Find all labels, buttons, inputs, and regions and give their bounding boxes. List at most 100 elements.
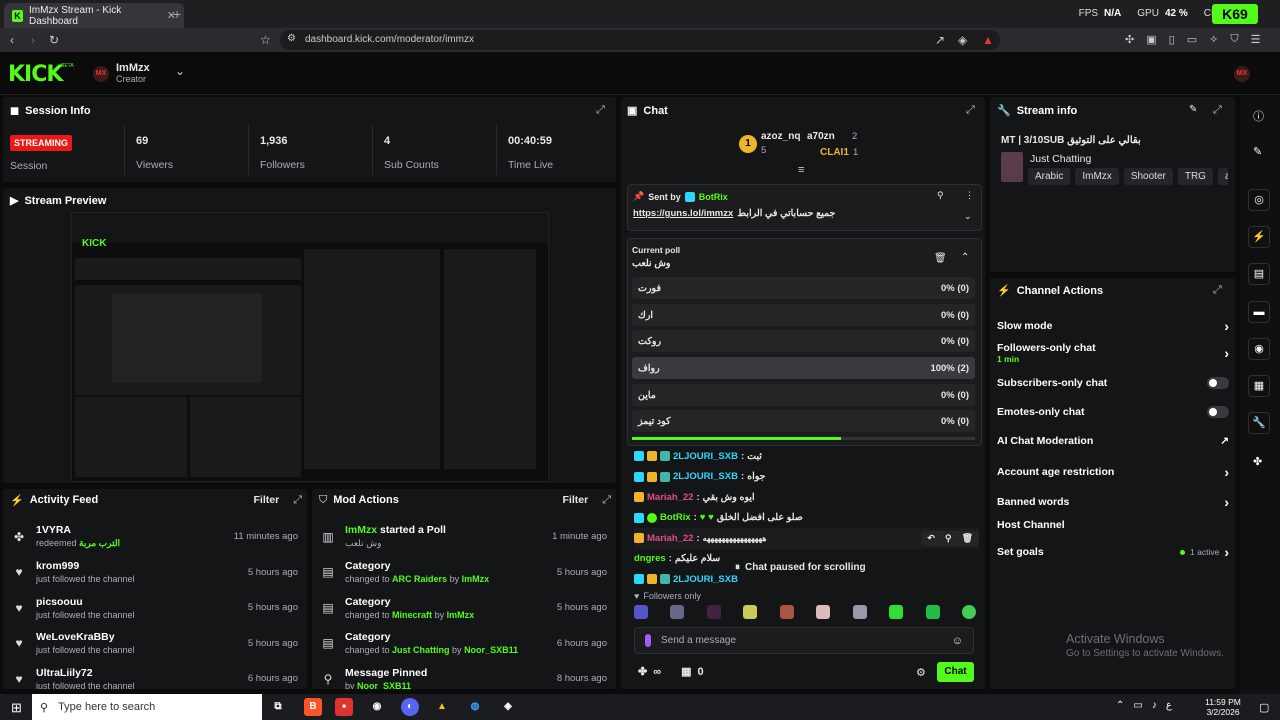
emotes-only-toggle[interactable] xyxy=(1207,406,1229,418)
chat-input[interactable]: Send a message ☺ xyxy=(634,627,974,654)
sidebar-toggle-icon[interactable]: ▯ xyxy=(1169,33,1175,46)
emote-icon[interactable] xyxy=(889,605,904,619)
category-name[interactable]: ARC Raiders xyxy=(392,574,447,584)
action-slow-mode[interactable]: Slow mode › xyxy=(997,318,1229,334)
menu-icon[interactable]: ☰ xyxy=(1251,33,1261,46)
app-taskbar-icon[interactable]: ◈ xyxy=(499,698,517,716)
tag[interactable]: TRG xyxy=(1177,168,1213,185)
emote-icon[interactable] xyxy=(670,605,685,619)
app-taskbar-icon[interactable]: ▲ xyxy=(433,698,451,716)
unpin-icon[interactable]: ⚲ xyxy=(937,190,944,201)
stream-preview-video[interactable]: KICK xyxy=(71,212,549,482)
tag[interactable]: Shooter xyxy=(1123,168,1173,185)
wallet-icon[interactable]: ▭ xyxy=(1187,33,1197,46)
chat-username[interactable]: Mariah_22 xyxy=(647,533,693,544)
leader-user[interactable]: CLAI1 xyxy=(820,147,849,158)
emote-icon[interactable] xyxy=(816,605,831,619)
activity-user[interactable]: UltraLiily72 xyxy=(36,667,135,679)
emote-icon[interactable] xyxy=(634,605,648,619)
action-set-goals[interactable]: Set goals 1 active › xyxy=(997,544,1229,560)
kick-logo[interactable]: KICK xyxy=(8,62,63,87)
discord-taskbar-icon[interactable]: ◐ xyxy=(401,698,419,716)
channel-switcher[interactable]: ImMzx Creator xyxy=(116,62,150,84)
action-followers-only[interactable]: Followers-only chat 1 min › xyxy=(997,342,1229,364)
action-subscribers-only[interactable]: Subscribers-only chat xyxy=(997,377,1229,389)
popout-icon[interactable]: ⤢ xyxy=(966,104,975,117)
brave-taskbar-icon[interactable]: B xyxy=(304,698,322,716)
chevron-up-icon[interactable]: ⌃ xyxy=(961,252,969,263)
edit-icon[interactable]: ✎ xyxy=(1189,104,1197,115)
forward-icon[interactable]: › xyxy=(31,33,35,47)
taskbar-clock[interactable]: 11:59 PM 3/2/2026 xyxy=(1200,697,1246,717)
action-ai-moderation[interactable]: AI Chat Moderation ↗ xyxy=(997,435,1229,447)
category-name[interactable]: Just Chatting xyxy=(1030,153,1091,165)
tray-chevron-icon[interactable]: ⌃ xyxy=(1116,700,1124,711)
app-taskbar-icon[interactable]: ■ xyxy=(335,698,353,716)
category-name[interactable]: Minecraft xyxy=(392,610,432,620)
more-icon[interactable]: ⋮ xyxy=(965,190,974,201)
chat-username[interactable]: Mariah_22 xyxy=(647,492,693,503)
wrench-widget-icon[interactable]: 🔧 xyxy=(1248,412,1270,434)
mod-filter-button[interactable]: Filter xyxy=(563,494,589,506)
chat-username[interactable]: BotRix xyxy=(660,512,691,523)
popout-icon[interactable]: ⤢ xyxy=(1213,104,1222,117)
extensions-icon[interactable]: ✣ xyxy=(1125,33,1134,46)
chevron-down-icon[interactable]: ⌄ xyxy=(175,64,185,78)
category-name[interactable]: Just Chatting xyxy=(392,645,450,655)
notifications-icon[interactable]: ▢ xyxy=(1259,701,1269,714)
activity-user[interactable]: WeLoveKraBBy xyxy=(36,631,135,643)
activity-user[interactable]: 1VYRA xyxy=(36,524,120,536)
action-banned-words[interactable]: Banned words › xyxy=(997,494,1229,510)
emoji-icon[interactable]: ☺ xyxy=(952,635,963,647)
emote-icon[interactable] xyxy=(706,605,721,619)
network-icon[interactable]: ▭ xyxy=(1133,700,1142,711)
info-icon[interactable]: ⓘ xyxy=(1253,108,1264,124)
collapse-icon[interactable]: ≡ xyxy=(798,164,804,176)
emote-icon[interactable] xyxy=(779,605,794,619)
windows-start-icon[interactable]: ⊞ xyxy=(11,700,22,716)
pinned-link[interactable]: https://guns.lol/immzx xyxy=(633,208,733,219)
user-avatar[interactable]: MX xyxy=(1234,66,1250,82)
site-info-icon[interactable]: ⚙ xyxy=(287,33,296,44)
rewards-icon[interactable]: ▲ xyxy=(982,33,994,47)
tag[interactable]: ara xyxy=(1217,168,1228,185)
popout-icon[interactable]: ⤢ xyxy=(1213,284,1222,297)
document-widget-icon[interactable]: ▤ xyxy=(1248,263,1270,285)
leader-user[interactable]: a70zn xyxy=(807,131,835,142)
gift-icon[interactable]: ▦ xyxy=(681,665,691,678)
activity-user[interactable]: picsoouu xyxy=(36,596,135,608)
task-view-icon[interactable]: ⧉ xyxy=(269,698,287,716)
chat-username[interactable]: 2LJOURI_SXB xyxy=(673,574,738,585)
emote-icon[interactable] xyxy=(925,605,940,619)
trash-icon[interactable]: 🗑 xyxy=(934,253,947,264)
reply-icon[interactable]: ↶ xyxy=(927,533,935,544)
emote-icon[interactable] xyxy=(852,605,867,619)
delete-icon[interactable]: 🗑 xyxy=(962,533,973,544)
popout-icon[interactable]: ⤢ xyxy=(602,494,611,507)
popout-icon[interactable]: ⤢ xyxy=(596,104,605,117)
leader-user[interactable]: azoz_nq xyxy=(761,131,800,142)
pencil-icon[interactable]: ✎ xyxy=(1253,145,1262,158)
taskbar-search[interactable]: ⚲ Type here to search xyxy=(32,694,262,720)
points-icon[interactable]: ✤ xyxy=(638,665,647,678)
tag[interactable]: ImMzx xyxy=(1075,168,1119,185)
tab-manager-icon[interactable]: ▣ xyxy=(1146,33,1156,46)
volume-icon[interactable]: ♪ xyxy=(1152,700,1157,711)
share-icon[interactable]: ↗ xyxy=(935,33,945,47)
broadcast-widget-icon[interactable]: ◉ xyxy=(1248,338,1270,360)
tag[interactable]: Arabic xyxy=(1028,168,1071,185)
vpn-icon[interactable]: ⛉ xyxy=(1230,33,1238,46)
back-icon[interactable]: ‹ xyxy=(10,33,14,47)
mod-user[interactable]: ImMzx xyxy=(462,574,490,584)
activity-user[interactable]: krom999 xyxy=(36,560,135,572)
brave-shield-icon[interactable]: ◈ xyxy=(958,33,967,47)
camera-widget-icon[interactable]: ◎ xyxy=(1248,189,1270,211)
obs-taskbar-icon[interactable]: ◉ xyxy=(368,698,386,716)
activity-filter-button[interactable]: Filter xyxy=(254,494,280,506)
chat-username[interactable]: 2LJOURI_SXB xyxy=(673,451,738,462)
emote-icon[interactable] xyxy=(743,605,758,619)
language-icon[interactable]: ع xyxy=(1166,700,1172,711)
pin-icon[interactable]: ⚲ xyxy=(945,533,952,544)
action-host-channel[interactable]: Host Channel xyxy=(997,519,1229,531)
browser-tab[interactable]: K ImMzx Stream - Kick Dashboard ✕ xyxy=(4,3,184,28)
